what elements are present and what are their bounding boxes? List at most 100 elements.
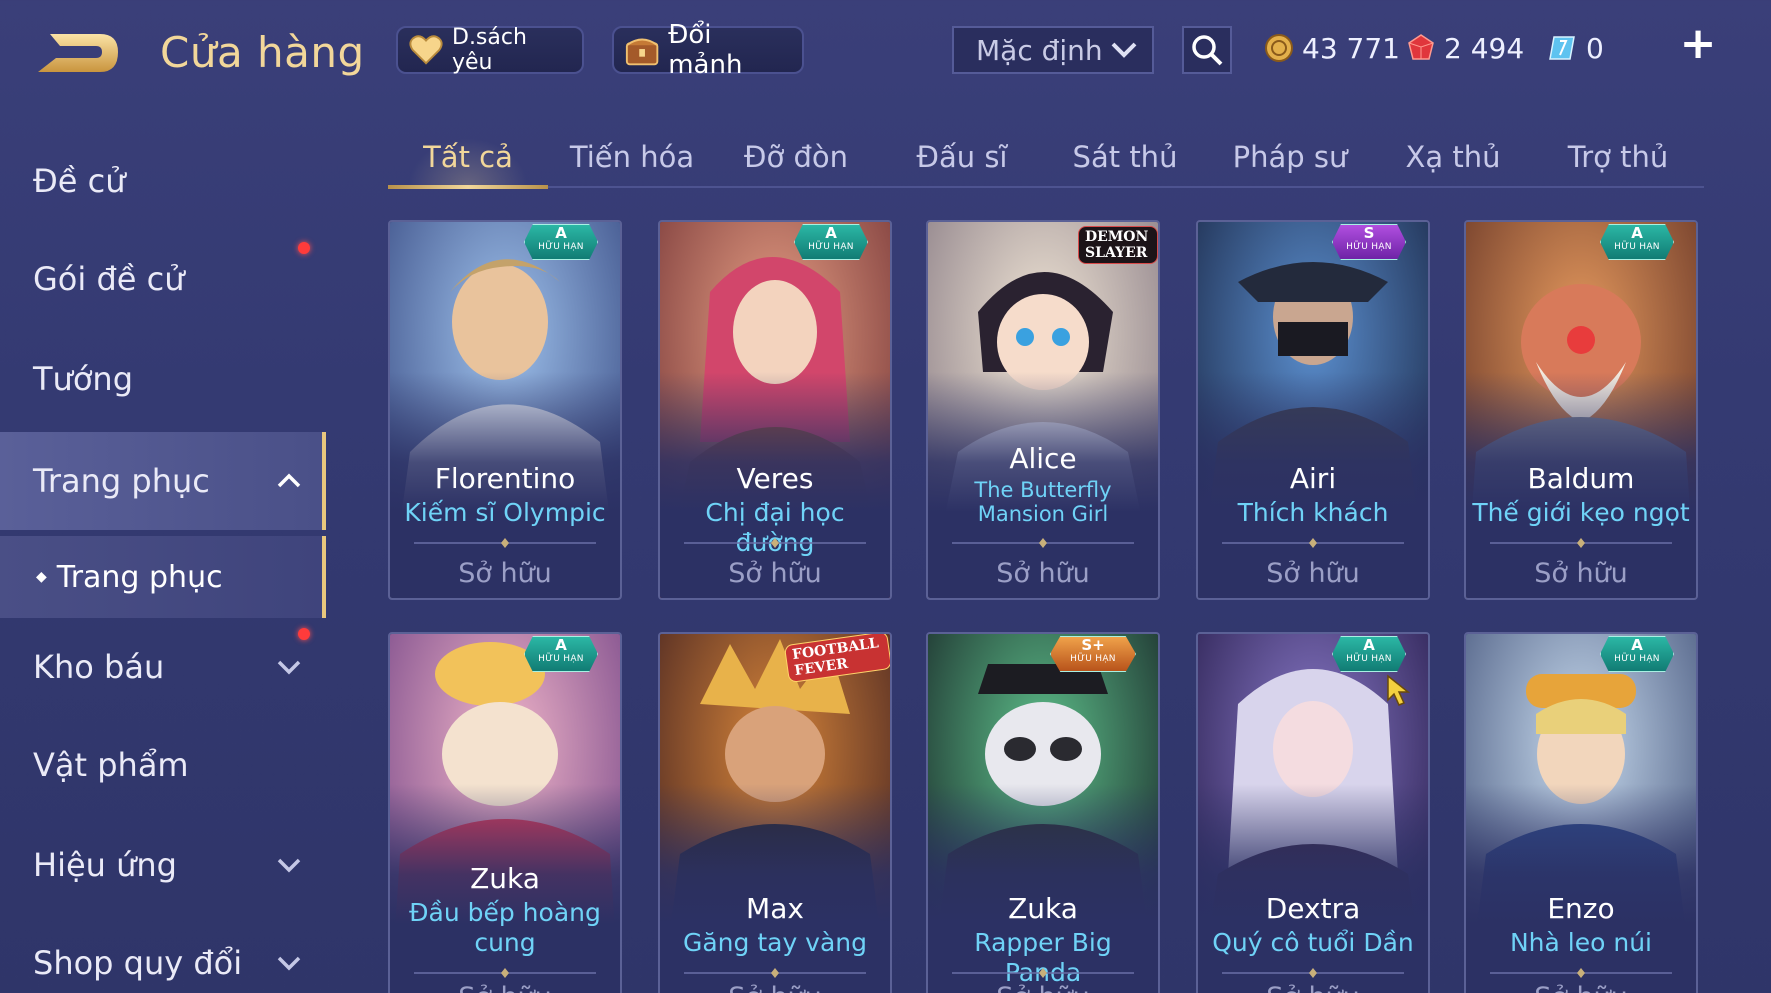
- voucher-icon: [1549, 36, 1575, 60]
- tab-assassin[interactable]: Sát thủ: [1045, 128, 1205, 186]
- ornament-divider: [1490, 968, 1672, 978]
- tab-tank[interactable]: Đỡ đòn: [716, 128, 876, 186]
- chevron-down-icon: [277, 660, 301, 675]
- sidebar-item-label: Kho báu: [33, 648, 165, 686]
- sort-selected-value: Mặc định: [976, 33, 1103, 67]
- hero-name: Zuka: [1008, 892, 1078, 925]
- skin-name: Thế giới kẹo ngọt: [1472, 498, 1690, 527]
- gold-balance: 43 771: [1264, 26, 1400, 70]
- favorites-button[interactable]: D.sách yêu: [396, 25, 584, 75]
- shard-exchange-label: Đổi mảnh: [668, 20, 743, 80]
- badge-text: HỮU HẠN: [538, 654, 584, 664]
- badge-rank: S+: [1081, 636, 1105, 654]
- ruby-balance: 2 494: [1406, 26, 1524, 70]
- heart-icon: [409, 35, 443, 65]
- badge-rank: A: [1363, 636, 1375, 654]
- sidebar-item-label: Tướng: [33, 360, 133, 398]
- ownership-status: Sở hữu: [728, 558, 822, 589]
- badge-rank: A: [555, 224, 567, 242]
- ornament-divider: [952, 538, 1134, 548]
- notification-dot: [298, 628, 310, 640]
- badge-rank: A: [1631, 636, 1643, 654]
- limited-badge: A HỮU HẠN: [524, 224, 598, 260]
- skin-name: Quý cô tuổi Dần: [1212, 928, 1414, 957]
- ownership-status: Sở hữu: [390, 982, 620, 993]
- tab-all[interactable]: Tất cả: [388, 128, 548, 189]
- tab-warrior[interactable]: Đấu sĩ: [882, 128, 1042, 186]
- sort-dropdown[interactable]: Mặc định: [952, 26, 1154, 74]
- hero-name: Enzo: [1547, 892, 1615, 925]
- back-button[interactable]: [30, 28, 122, 82]
- page-title: Cửa hàng: [160, 28, 365, 77]
- card-shade: [1466, 784, 1696, 993]
- skin-name: Rapper Big Panda: [974, 928, 1112, 987]
- sidebar-subitem-skins[interactable]: ◆ Trang phục: [0, 536, 326, 618]
- badge-rank: A: [555, 636, 567, 654]
- skin-card-alice[interactable]: DEMON SLAYER Alice The Butterfly Mansion…: [926, 220, 1160, 600]
- tab-marksman[interactable]: Xạ thủ: [1373, 128, 1533, 186]
- skin-card-airi[interactable]: S HỮU HẠN Airi Thích khách Sở hữu: [1196, 220, 1430, 600]
- cursor-pointer-icon: [1387, 674, 1411, 706]
- voucher-balance: 0: [1548, 26, 1604, 70]
- ornament-divider: [684, 538, 866, 548]
- skin-card-enzo[interactable]: A HỮU HẠN Enzo Nhà leo núi Sở hữu: [1464, 632, 1698, 993]
- badge-rank: A: [825, 224, 837, 242]
- chevron-down-icon: [277, 858, 301, 873]
- skin-name: Kiếm sĩ Olympic: [404, 498, 606, 527]
- skin-card-veres[interactable]: A HỮU HẠN Veres Chị đại học đường Sở hữu: [658, 220, 892, 600]
- badge-rank: A: [1631, 224, 1643, 242]
- skin-card-dextra[interactable]: A HỮU HẠN Dextra Quý cô tuổi Dần Sở hữu: [1196, 632, 1430, 993]
- hero-name: Baldum: [1527, 462, 1635, 495]
- sidebar: Đề cử Gói đề cử Tướng Trang phục ◆ Trang…: [0, 100, 326, 993]
- skin-card-zuka-rapper[interactable]: S+ HỮU HẠN Zuka Rapper Big Panda Sở hữu: [926, 632, 1160, 993]
- badge-rank: S: [1363, 224, 1375, 242]
- sidebar-item-effects[interactable]: Hiệu ứng: [0, 816, 326, 914]
- skin-name: Nhà leo núi: [1509, 928, 1653, 957]
- limited-badge: S HỮU HẠN: [1332, 224, 1406, 260]
- search-button[interactable]: [1182, 26, 1232, 74]
- ornament-divider: [952, 968, 1134, 978]
- hero-name: Alice: [1009, 442, 1077, 475]
- badge-text: HỮU HẠN: [1614, 654, 1660, 664]
- limited-badge: A HỮU HẠN: [1600, 224, 1674, 260]
- skin-card-zuka-chef[interactable]: A HỮU HẠN Zuka Đầu bếp hoàng cung Sở hữu: [388, 632, 622, 993]
- sidebar-item-treasure[interactable]: Kho báu: [0, 618, 326, 716]
- skin-card-max[interactable]: FOOTBALL FEVER Max Găng tay vàng Sở hữu: [658, 632, 892, 993]
- hero-name: Dextra: [1265, 892, 1361, 925]
- ownership-status: Sở hữu: [996, 558, 1090, 589]
- hero-name: Airi: [1289, 462, 1337, 495]
- sidebar-item-recommended[interactable]: Đề cử: [0, 132, 326, 230]
- sidebar-item-label: Vật phẩm: [33, 746, 189, 784]
- card-shade: [660, 784, 890, 993]
- sidebar-item-exchange-shop[interactable]: Shop quy đổi: [0, 914, 326, 993]
- ownership-status: Sở hữu: [660, 982, 890, 993]
- shard-exchange-button[interactable]: Đổi mảnh: [612, 20, 804, 80]
- limited-badge: A HỮU HẠN: [1332, 636, 1406, 672]
- tab-mage[interactable]: Pháp sư: [1210, 128, 1370, 186]
- skin-name: The Butterfly Mansion Girl: [974, 478, 1112, 526]
- limited-badge: A HỮU HẠN: [524, 636, 598, 672]
- tab-evolution[interactable]: Tiến hóa: [552, 128, 712, 186]
- badge-text: HỮU HẠN: [808, 242, 854, 252]
- sidebar-item-label: Đề cử: [33, 162, 126, 200]
- badge-text: HỮU HẠN: [1614, 242, 1660, 252]
- event-logo: DEMON SLAYER: [1078, 226, 1158, 264]
- voucher-amount: 0: [1586, 31, 1604, 65]
- treasure-chest-icon: [625, 38, 659, 66]
- skin-card-baldum[interactable]: A HỮU HẠN Baldum Thế giới kẹo ngọt Sở hữ…: [1464, 220, 1698, 600]
- sidebar-item-heroes[interactable]: Tướng: [0, 330, 326, 428]
- tab-support[interactable]: Trợ thủ: [1538, 128, 1698, 186]
- sidebar-item-label: Shop quy đổi: [33, 944, 243, 982]
- sidebar-item-recommended-bundles[interactable]: Gói đề cử: [0, 230, 326, 328]
- search-icon: [1192, 35, 1223, 66]
- hero-name: Florentino: [434, 462, 576, 495]
- sidebar-item-skins[interactable]: Trang phục: [0, 432, 326, 530]
- sidebar-item-label: Trang phục: [33, 462, 210, 500]
- skin-card-florentino[interactable]: A HỮU HẠN Florentino Kiếm sĩ Olympic Sở …: [388, 220, 622, 600]
- limited-badge: A HỮU HẠN: [1600, 636, 1674, 672]
- ownership-status: Sở hữu: [1534, 558, 1628, 589]
- sidebar-item-items[interactable]: Vật phẩm: [0, 716, 326, 814]
- gold-amount: 43 771: [1302, 31, 1400, 65]
- add-currency-button[interactable]: +: [1678, 22, 1718, 68]
- sidebar-subitem-label: Trang phục: [56, 559, 223, 595]
